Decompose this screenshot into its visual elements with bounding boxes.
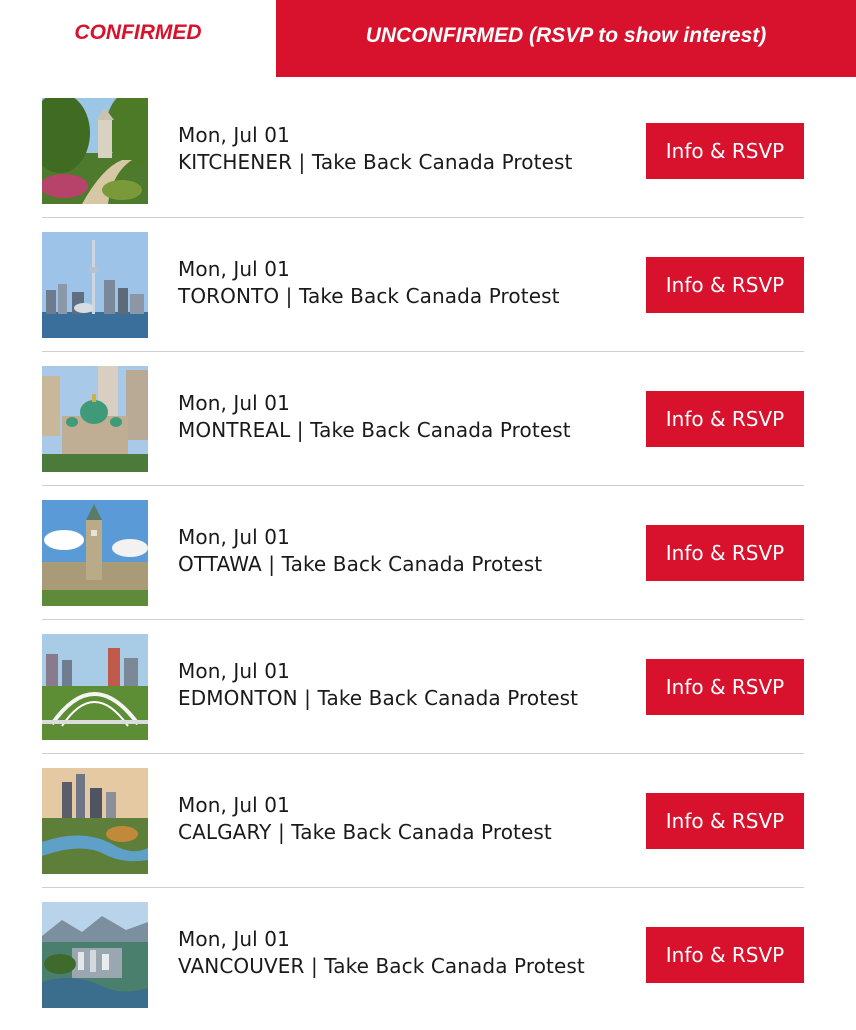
event-info: Mon, Jul 01 TORONTO | Take Back Canada P… — [178, 256, 560, 310]
event-date: Mon, Jul 01 — [178, 927, 290, 951]
aerial-city-mountains-photo — [42, 902, 148, 1008]
event-info: Mon, Jul 01 VANCOUVER | Take Back Canada… — [178, 926, 585, 980]
event-title: KITCHENER | Take Back Canada Protest — [178, 150, 573, 174]
info-rsvp-button[interactable]: Info & RSVP — [646, 257, 804, 313]
info-rsvp-button[interactable]: Info & RSVP — [646, 525, 804, 581]
arch-bridge-skyline-photo — [42, 634, 148, 740]
event-info: Mon, Jul 01 MONTREAL | Take Back Canada … — [178, 390, 571, 444]
event-title: CALGARY | Take Back Canada Protest — [178, 820, 552, 844]
tab-unconfirmed[interactable]: UNCONFIRMED (RSVP to show interest) — [276, 0, 856, 77]
event-row: Mon, Jul 01 CALGARY | Take Back Canada P… — [42, 754, 804, 888]
event-date: Mon, Jul 01 — [178, 793, 290, 817]
info-rsvp-button[interactable]: Info & RSVP — [646, 927, 804, 983]
event-info: Mon, Jul 01 EDMONTON | Take Back Canada … — [178, 658, 578, 712]
event-date: Mon, Jul 01 — [178, 257, 290, 281]
event-thumbnail — [42, 768, 148, 874]
event-title: TORONTO | Take Back Canada Protest — [178, 284, 560, 308]
event-date: Mon, Jul 01 — [178, 525, 290, 549]
event-title: MONTREAL | Take Back Canada Protest — [178, 418, 571, 442]
cathedral-city-photo — [42, 366, 148, 472]
info-rsvp-button[interactable]: Info & RSVP — [646, 123, 804, 179]
info-rsvp-button[interactable]: Info & RSVP — [646, 793, 804, 849]
event-thumbnail — [42, 634, 148, 740]
event-list: Mon, Jul 01 KITCHENER | Take Back Canada… — [42, 84, 804, 1022]
river-skyline-photo — [42, 768, 148, 874]
event-info: Mon, Jul 01 KITCHENER | Take Back Canada… — [178, 122, 572, 176]
event-row: Mon, Jul 01 VANCOUVER | Take Back Canada… — [42, 888, 804, 1022]
event-row: Mon, Jul 01 MONTREAL | Take Back Canada … — [42, 352, 804, 486]
event-info: Mon, Jul 01 CALGARY | Take Back Canada P… — [178, 792, 552, 846]
event-row: Mon, Jul 01 OTTAWA | Take Back Canada Pr… — [42, 486, 804, 620]
event-thumbnail — [42, 500, 148, 606]
event-thumbnail — [42, 902, 148, 1008]
info-rsvp-button[interactable]: Info & RSVP — [646, 659, 804, 715]
event-info: Mon, Jul 01 OTTAWA | Take Back Canada Pr… — [178, 524, 542, 578]
event-row: Mon, Jul 01 EDMONTON | Take Back Canada … — [42, 620, 804, 754]
event-tabs: CONFIRMED UNCONFIRMED (RSVP to show inte… — [0, 0, 856, 77]
tab-confirmed[interactable]: CONFIRMED — [0, 0, 276, 71]
event-row: Mon, Jul 01 KITCHENER | Take Back Canada… — [42, 84, 804, 218]
event-thumbnail — [42, 98, 148, 204]
event-title: OTTAWA | Take Back Canada Protest — [178, 552, 543, 576]
event-title: VANCOUVER | Take Back Canada Protest — [178, 954, 585, 978]
event-thumbnail — [42, 232, 148, 338]
parliament-hill-photo — [42, 500, 148, 606]
event-date: Mon, Jul 01 — [178, 659, 290, 683]
event-row: Mon, Jul 01 TORONTO | Take Back Canada P… — [42, 218, 804, 352]
event-date: Mon, Jul 01 — [178, 123, 290, 147]
info-rsvp-button[interactable]: Info & RSVP — [646, 391, 804, 447]
event-thumbnail — [42, 366, 148, 472]
cn-tower-skyline-photo — [42, 232, 148, 338]
park-monument-photo — [42, 98, 148, 204]
event-title: EDMONTON | Take Back Canada Protest — [178, 686, 579, 710]
event-date: Mon, Jul 01 — [178, 391, 290, 415]
